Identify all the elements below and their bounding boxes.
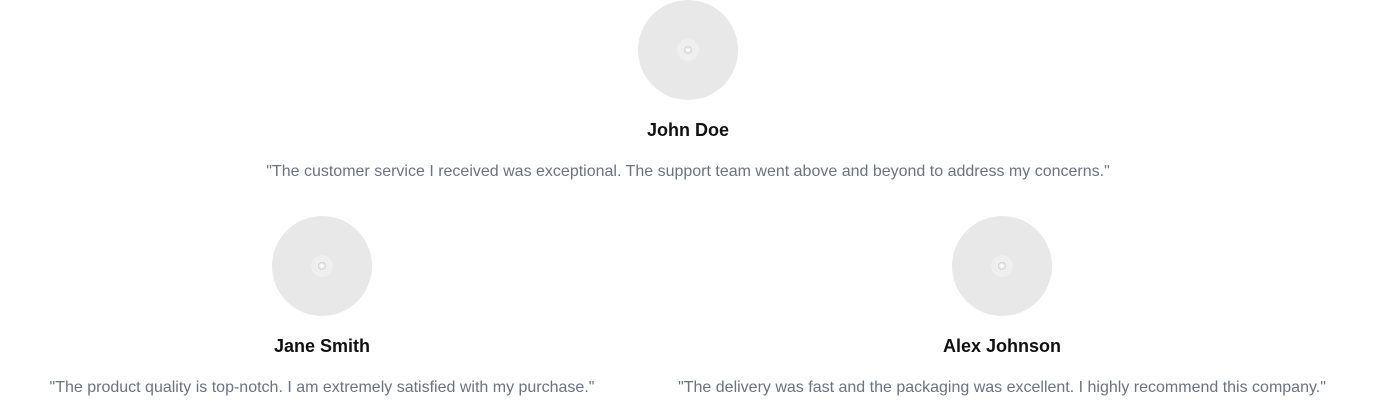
testimonial-card-alex-johnson: Alex Johnson "The delivery was fast and … [644, 216, 1360, 398]
testimonial-name: Jane Smith [273, 336, 371, 356]
testimonials-section: John Doe "The customer service I receive… [0, 0, 1376, 400]
avatar [952, 216, 1052, 316]
testimonial-name: Alex Johnson [942, 336, 1062, 356]
testimonial-card-john-doe: John Doe "The customer service I receive… [0, 0, 1376, 182]
testimonial-quote: "The delivery was fast and the packaging… [678, 379, 1326, 396]
testimonial-name: John Doe [646, 120, 729, 140]
avatar [638, 0, 738, 100]
testimonial-card-jane-smith: Jane Smith "The product quality is top-n… [0, 216, 644, 398]
image-placeholder-icon [311, 255, 333, 277]
image-placeholder-icon [677, 39, 699, 61]
avatar [272, 216, 372, 316]
image-placeholder-icon [991, 255, 1013, 277]
testimonial-quote: "The customer service I received was exc… [266, 163, 1110, 180]
testimonial-quote: "The product quality is top-notch. I am … [49, 379, 595, 396]
